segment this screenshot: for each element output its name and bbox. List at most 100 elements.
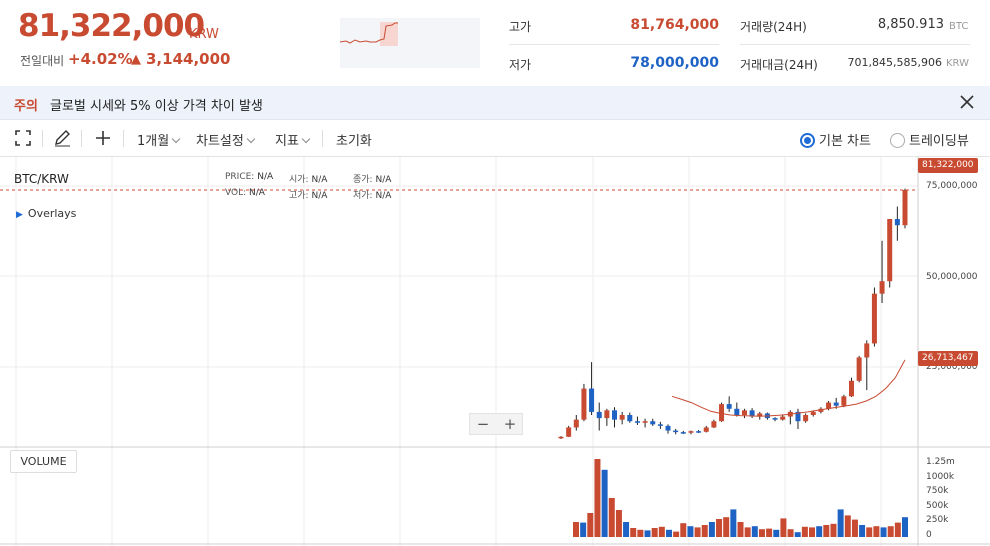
volume-bar <box>737 522 744 537</box>
volume-24h-value: 8,850.913 <box>877 17 944 32</box>
fullscreen-icon[interactable] <box>14 129 34 149</box>
ticker-header: 81,322,000 KRW 전일대비 +4.02% ▲ 3,144,000 고… <box>0 0 990 86</box>
zoom-in-button[interactable]: + <box>497 415 523 435</box>
volume-bar <box>630 528 637 537</box>
candle-body <box>619 415 625 420</box>
tradingview-radio[interactable]: 트레이딩뷰 <box>890 130 969 149</box>
candle-body <box>879 281 885 294</box>
volume-bar <box>866 527 873 537</box>
volume-bar <box>902 517 908 537</box>
candle-body <box>673 430 679 433</box>
candle-body <box>604 410 610 419</box>
candle-body <box>894 219 900 226</box>
up-arrow-icon: ▲ <box>131 52 141 67</box>
volume-bar <box>794 532 801 537</box>
candle-body <box>887 219 893 282</box>
info-high: 고가: N/A <box>289 188 327 201</box>
candle-body <box>657 424 663 426</box>
volume-bar <box>687 526 694 537</box>
volume-bar <box>701 525 708 537</box>
volume-bar <box>573 522 579 537</box>
amount-24h-value: 701,845,585,906 <box>847 56 942 69</box>
basic-chart-radio[interactable]: 기본 차트 <box>800 130 871 149</box>
candle-body <box>780 416 786 420</box>
candle-body <box>719 404 725 422</box>
info-vol-value: N/A <box>249 188 265 198</box>
info-price: PRICE: N/A <box>225 172 273 182</box>
notice-tag: 주의 <box>14 99 38 114</box>
change-rate: +4.02% <box>68 50 133 68</box>
price-chart[interactable]: BTC/KRW ▶ Overlays PRICE: N/A 시가: N/A 종가:… <box>0 157 990 546</box>
volume-tick: 250k <box>926 515 949 525</box>
volume-bar <box>837 509 844 537</box>
period-dropdown[interactable]: 1개월 <box>137 130 181 149</box>
basic-chart-label: 기본 차트 <box>819 134 871 149</box>
volume-bar <box>587 513 594 537</box>
volume-tick: 0 <box>926 530 932 540</box>
toolbar-divider <box>81 130 82 147</box>
volume-bar <box>658 526 665 537</box>
indicators-label: 지표 <box>275 134 299 149</box>
info-vol: VOL: N/A <box>225 188 265 198</box>
volume-bar <box>637 529 644 537</box>
crosshair-icon[interactable] <box>94 129 114 149</box>
volume-24h-label: 거래량(24H) <box>740 20 807 34</box>
volume-tick: 500k <box>926 501 949 511</box>
overlays-toggle[interactable]: ▶ Overlays <box>16 207 76 220</box>
volume-bar <box>809 527 816 537</box>
volume-tick: 1.25m <box>926 457 955 467</box>
info-price-value: N/A <box>257 172 274 182</box>
info-open: 시가: N/A <box>289 172 327 185</box>
candle-body <box>558 436 564 439</box>
chevron-down-icon <box>301 134 311 144</box>
volume-bar <box>716 519 723 537</box>
volume-bar <box>844 515 851 537</box>
moving-average-tag: 26,713,467 <box>918 351 978 366</box>
crosshair-glyph <box>96 131 110 145</box>
price-tick: 50,000,000 <box>926 272 978 282</box>
candle-body <box>741 410 747 415</box>
chart-settings-dropdown[interactable]: 차트설정 <box>196 130 256 149</box>
volume-bar <box>644 530 651 537</box>
candle-body <box>665 425 671 431</box>
change-label: 전일대비 <box>20 54 65 68</box>
low-value: 78,000,000 <box>630 55 719 71</box>
candle-body <box>642 421 648 423</box>
chart-symbol: BTC/KRW <box>14 172 69 186</box>
volume-bar <box>773 529 780 537</box>
current-price: 81,322,000 <box>18 8 205 44</box>
chart-settings-label: 차트설정 <box>196 134 244 149</box>
zoom-out-button[interactable]: − <box>470 415 496 435</box>
candle-body <box>589 388 595 412</box>
zoom-control: − + <box>469 413 523 435</box>
info-open-value: N/A <box>311 175 328 185</box>
reset-button[interactable]: 초기화 <box>336 130 372 149</box>
volume-bar <box>680 523 687 537</box>
volume-bar <box>723 517 730 537</box>
toolbar-divider <box>42 130 43 147</box>
indicators-dropdown[interactable]: 지표 <box>275 130 311 149</box>
pencil-icon[interactable] <box>53 129 73 149</box>
chart-canvas[interactable] <box>0 157 990 546</box>
volume-bar <box>673 531 680 537</box>
info-close-label: 종가: <box>353 175 373 185</box>
volume-bar <box>730 509 737 537</box>
candle-body <box>634 421 640 423</box>
volume-bar <box>787 529 794 537</box>
pencil-glyph <box>55 130 70 147</box>
volume-bar <box>887 526 894 537</box>
volume-panel-label[interactable]: VOLUME <box>10 450 77 473</box>
amount-24h-label: 거래대금(24H) <box>740 58 818 72</box>
close-icon[interactable] <box>960 93 976 111</box>
candle-body <box>726 404 732 409</box>
low-label: 저가 <box>509 58 532 72</box>
info-close-value: N/A <box>375 175 392 185</box>
candle-body <box>612 410 618 420</box>
candle-body <box>703 427 709 432</box>
info-low-label: 저가: <box>353 191 373 201</box>
high-value: 81,764,000 <box>630 17 719 33</box>
volume-bar <box>694 527 701 537</box>
volume-bar <box>623 522 630 537</box>
volume-bar <box>780 518 787 537</box>
period-label: 1개월 <box>137 134 170 149</box>
